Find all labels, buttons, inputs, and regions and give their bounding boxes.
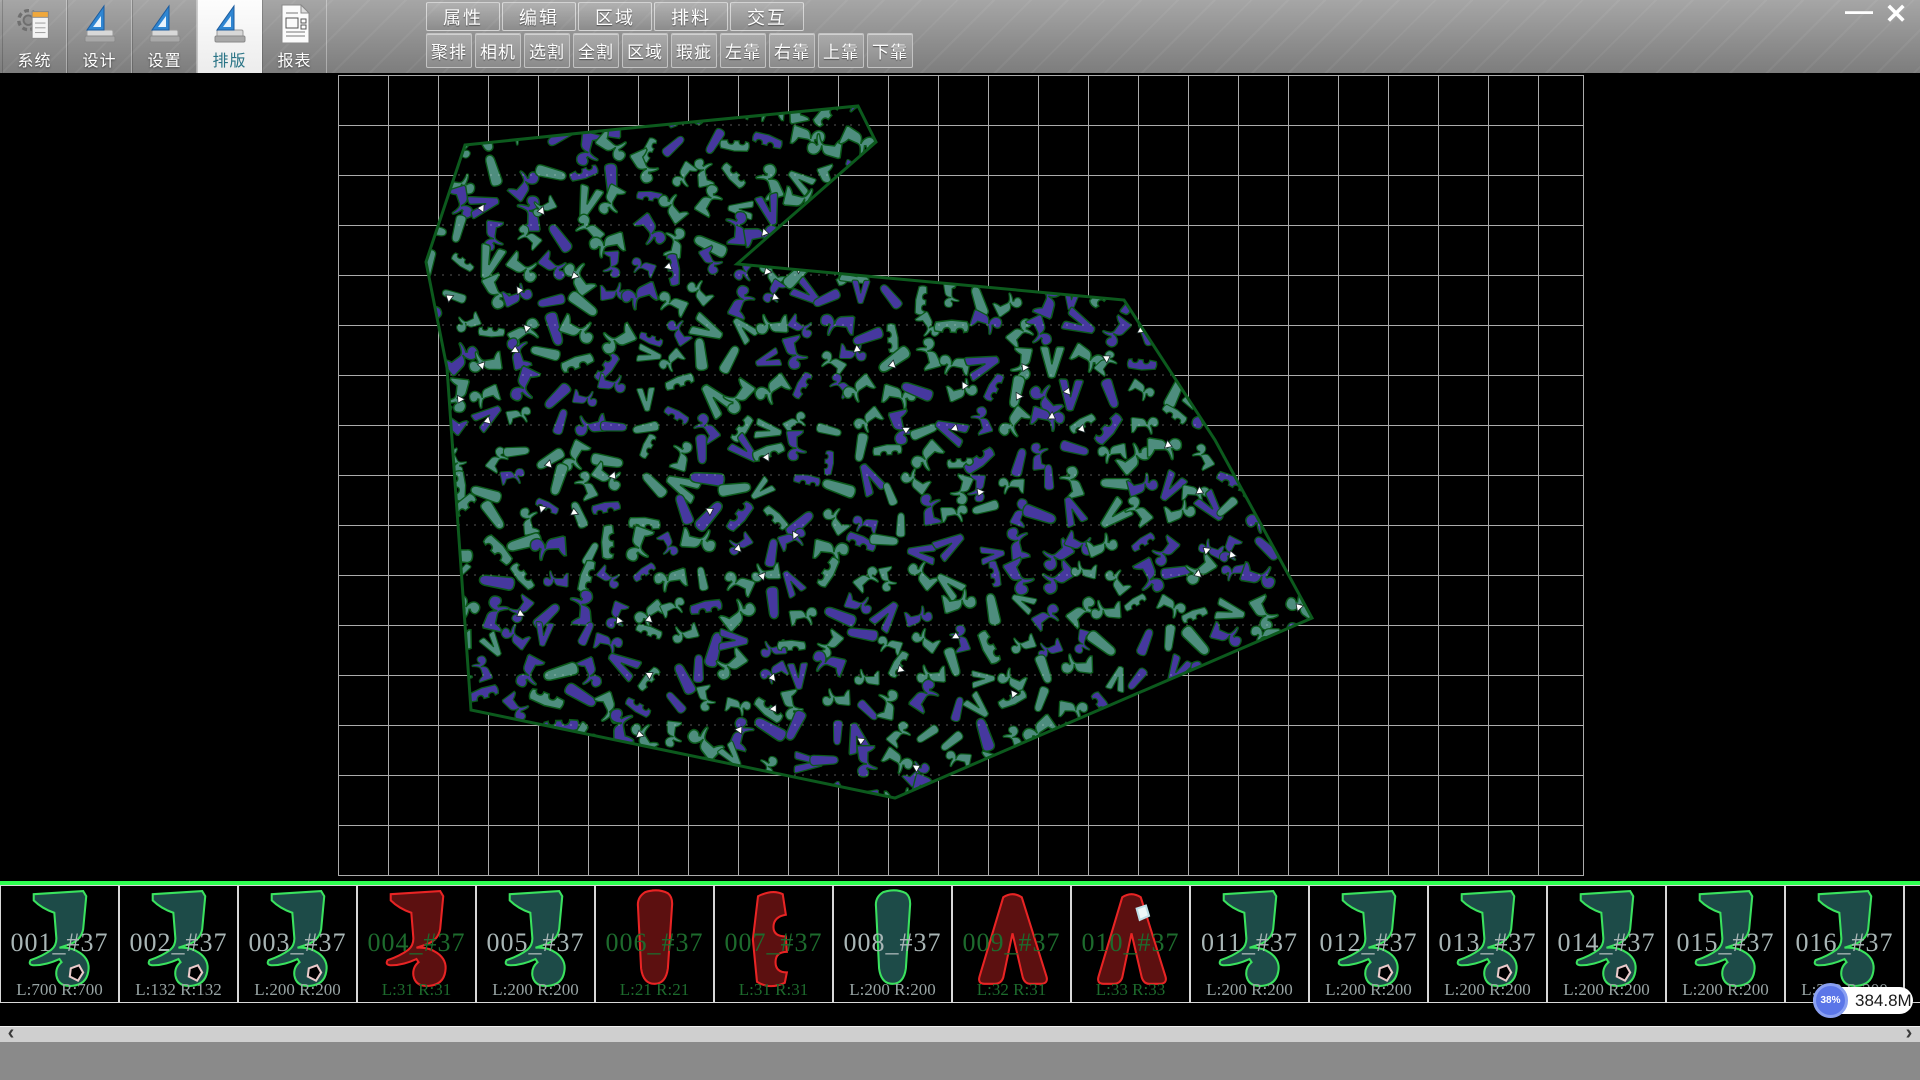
menu-tab-区域[interactable]: 区域 <box>578 2 652 31</box>
action-button-bar: 聚排相机选割全割区域瑕疵左靠右靠上靠下靠 <box>426 33 916 68</box>
scroll-right-arrow[interactable]: › <box>1900 1024 1918 1039</box>
part-thumbnail[interactable]: 015_#37L:200 R:200 <box>1666 885 1785 1003</box>
action-button-选割[interactable]: 选割 <box>524 33 570 68</box>
part-thumbnail[interactable]: 013_#37L:200 R:200 <box>1428 885 1547 1003</box>
toolbar-button-label: 设置 <box>147 47 181 71</box>
main-toolbar-buttons: 系统 设计 设置 排版 报表 <box>2 0 327 73</box>
part-shape <box>245 888 352 991</box>
toolbar-button-label: 排版 <box>212 47 246 71</box>
part-thumbnail[interactable]: 006_#37L:21 R:21 <box>595 885 714 1003</box>
part-shape <box>721 888 828 991</box>
menu-tab-交互[interactable]: 交互 <box>730 2 804 31</box>
part-thumbnail-partial[interactable] <box>1904 885 1920 1003</box>
part-thumbnail[interactable]: 004_#37L:31 R:31 <box>357 885 476 1003</box>
action-button-左靠[interactable]: 左靠 <box>720 33 766 68</box>
part-thumbnail[interactable]: 007_#37L:31 R:31 <box>714 885 833 1003</box>
part-thumbnail[interactable]: 010_#37L:33 R:33 <box>1071 885 1190 1003</box>
nesting-canvas-area[interactable] <box>0 73 1920 882</box>
menu-tab-编辑[interactable]: 编辑 <box>502 2 576 31</box>
toolbar-button-排版[interactable]: 排版 <box>197 0 262 73</box>
ruler-icon <box>144 3 186 45</box>
action-button-上靠[interactable]: 上靠 <box>818 33 864 68</box>
toolbar-button-设置[interactable]: 设置 <box>132 0 197 73</box>
top-toolbar: 系统设计设置排版报表 属性编辑区域排料交互 聚排相机选割全割区域瑕疵左靠右靠上靠… <box>0 0 1920 74</box>
part-thumbnail[interactable]: 009_#37L:32 R:31 <box>952 885 1071 1003</box>
part-shape <box>1911 888 1920 991</box>
toolbar-button-报表[interactable]: 报表 <box>262 0 327 73</box>
part-thumbnail[interactable]: 003_#37L:200 R:200 <box>238 885 357 1003</box>
part-shape <box>1316 888 1423 991</box>
part-thumbnail-strip: 001_#37L:700 R:700002_#37L:132 R:132003_… <box>0 885 1920 1003</box>
menu-tab-属性[interactable]: 属性 <box>426 2 500 31</box>
toolbar-button-label: 设计 <box>82 47 116 71</box>
part-shape <box>7 888 114 991</box>
action-button-相机[interactable]: 相机 <box>475 33 521 68</box>
part-thumbnail[interactable]: 012_#37L:200 R:200 <box>1309 885 1428 1003</box>
menu-tab-bar: 属性编辑区域排料交互 <box>426 2 806 31</box>
scroll-left-arrow[interactable]: ‹ <box>2 1024 20 1039</box>
toolbar-button-系统[interactable]: 系统 <box>2 0 67 73</box>
part-shape <box>1673 888 1780 991</box>
menu-tab-排料[interactable]: 排料 <box>654 2 728 31</box>
close-button[interactable]: ✕ <box>1880 0 1912 30</box>
part-thumbnail[interactable]: 016_#37L:200 R:200 <box>1785 885 1904 1003</box>
part-shape <box>1078 888 1185 991</box>
action-button-聚排[interactable]: 聚排 <box>426 33 472 68</box>
part-shape <box>840 888 947 991</box>
action-button-瑕疵[interactable]: 瑕疵 <box>671 33 717 68</box>
part-shape <box>483 888 590 991</box>
part-shape <box>602 888 709 991</box>
part-shape <box>1792 888 1899 991</box>
part-thumbnail[interactable]: 005_#37L:200 R:200 <box>476 885 595 1003</box>
action-button-右靠[interactable]: 右靠 <box>769 33 815 68</box>
part-shape <box>364 888 471 991</box>
toolbar-button-label: 系统 <box>17 47 51 71</box>
horizontal-scrollbar[interactable]: ‹ › <box>0 1026 1920 1042</box>
report-icon <box>274 3 316 45</box>
action-button-下靠[interactable]: 下靠 <box>867 33 913 68</box>
action-button-区域[interactable]: 区域 <box>622 33 668 68</box>
progress-badge: 38% 384.8M <box>1813 987 1913 1014</box>
part-shape <box>1435 888 1542 991</box>
application-window: 系统设计设置排版报表 属性编辑区域排料交互 聚排相机选割全割区域瑕疵左靠右靠上靠… <box>0 0 1920 1080</box>
minimize-button[interactable]: — <box>1844 0 1874 26</box>
action-button-全割[interactable]: 全割 <box>573 33 619 68</box>
memory-usage-label: 384.8M <box>1855 991 1912 1011</box>
leather-hide-nesting <box>0 73 1920 882</box>
part-shape <box>959 888 1066 991</box>
ruler-icon <box>209 3 251 45</box>
part-thumbnail[interactable]: 011_#37L:200 R:200 <box>1190 885 1309 1003</box>
part-shape <box>1197 888 1304 991</box>
part-shape <box>126 888 233 991</box>
toolbar-button-设计[interactable]: 设计 <box>67 0 132 73</box>
part-thumbnail[interactable]: 002_#37L:132 R:132 <box>119 885 238 1003</box>
toolbar-button-label: 报表 <box>277 47 311 71</box>
part-thumbnail[interactable]: 014_#37L:200 R:200 <box>1547 885 1666 1003</box>
part-thumbnail[interactable]: 008_#37L:200 R:200 <box>833 885 952 1003</box>
gear-document-icon <box>14 3 56 45</box>
part-thumbnail[interactable]: 001_#37L:700 R:700 <box>0 885 119 1003</box>
progress-percent-badge: 38% <box>1813 983 1848 1018</box>
part-shape <box>1554 888 1661 991</box>
status-bar <box>0 1042 1920 1080</box>
ruler-icon <box>79 3 121 45</box>
